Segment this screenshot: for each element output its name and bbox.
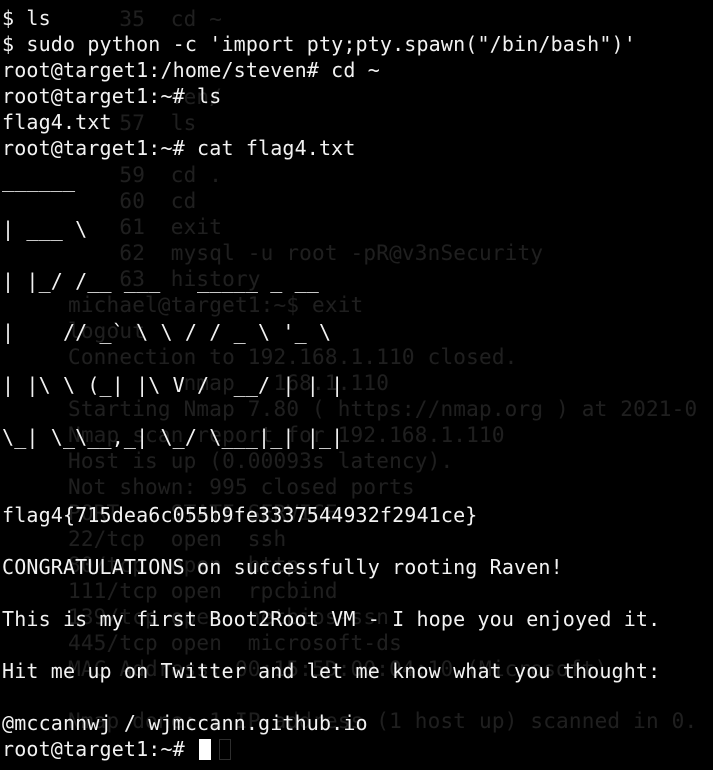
message-text: Hit me up on Twitter and let me know wha… (2, 659, 661, 683)
ghost-cursor (219, 739, 232, 760)
ascii-art-line: \_| \_\__,_| \_/ \___|_| |_| (2, 425, 344, 449)
terminal-window[interactable]: 35 cd ~ ven/ 57 ls 59 cd . 60 cd 61 exit… (0, 0, 713, 770)
ghost-line: michael@target1:~$ exit (68, 293, 364, 317)
prompt-text: root@target1:~# (2, 737, 198, 761)
ghost-line: 61 exit (68, 215, 223, 239)
message-text: This is my first Boot2Root VM - I hope y… (2, 607, 661, 631)
terminal-line: root@target1:~# cat flag4.txt (2, 136, 356, 160)
ghost-line: Not shown: 995 closed ports (68, 475, 415, 499)
ghost-line: 445/tcp open microsoft-ds (68, 631, 402, 655)
cursor (199, 739, 212, 760)
flag-text: flag4{715dea6c055b9fe3337544932f2941ce} (2, 503, 478, 527)
ascii-art-line: ______ (2, 168, 76, 192)
ghost-line: 22/tcp open ssh (68, 527, 287, 551)
ghost-line: Starting Nmap 7.80 ( https://nmap.org ) … (68, 397, 698, 421)
terminal-line: root@target1:~# ls (2, 84, 222, 108)
ghost-line: Connection to 192.168.1.110 closed. (68, 345, 518, 369)
terminal-line: flag4.txt (2, 110, 112, 134)
ghost-line: 59 cd . (68, 163, 223, 187)
contact-text: @mccannwj / wjmccann.github.io (2, 711, 368, 735)
ascii-art-line: | |_/ /__ ___ _____ _ __ (2, 269, 319, 293)
prompt-line[interactable]: root@target1:~# (2, 736, 232, 762)
ghost-line: 111/tcp open rpcbind (68, 579, 338, 603)
ghost-line: Host is up (0.00093s latency). (68, 449, 454, 473)
ascii-art-line: | // _` \ \ / / _ \ '_ \ (2, 320, 332, 344)
ghost-line: 62 mysql -u root -pR@v3nSecurity (68, 241, 544, 265)
ascii-art-line: | ___ \ (2, 217, 88, 241)
congrats-text: CONGRATULATIONS on successfully rooting … (2, 555, 563, 579)
terminal-line: $ sudo python -c 'import pty;pty.spawn("… (2, 32, 636, 56)
terminal-line: root@target1:/home/steven# cd ~ (2, 58, 380, 82)
ghost-line: 35 cd ~ (68, 7, 223, 31)
terminal-line: $ ls (2, 6, 51, 30)
ghost-line: 60 cd (68, 189, 197, 213)
ascii-art-line: | |\ \ (_| |\ V / __/ | | | (2, 373, 344, 397)
